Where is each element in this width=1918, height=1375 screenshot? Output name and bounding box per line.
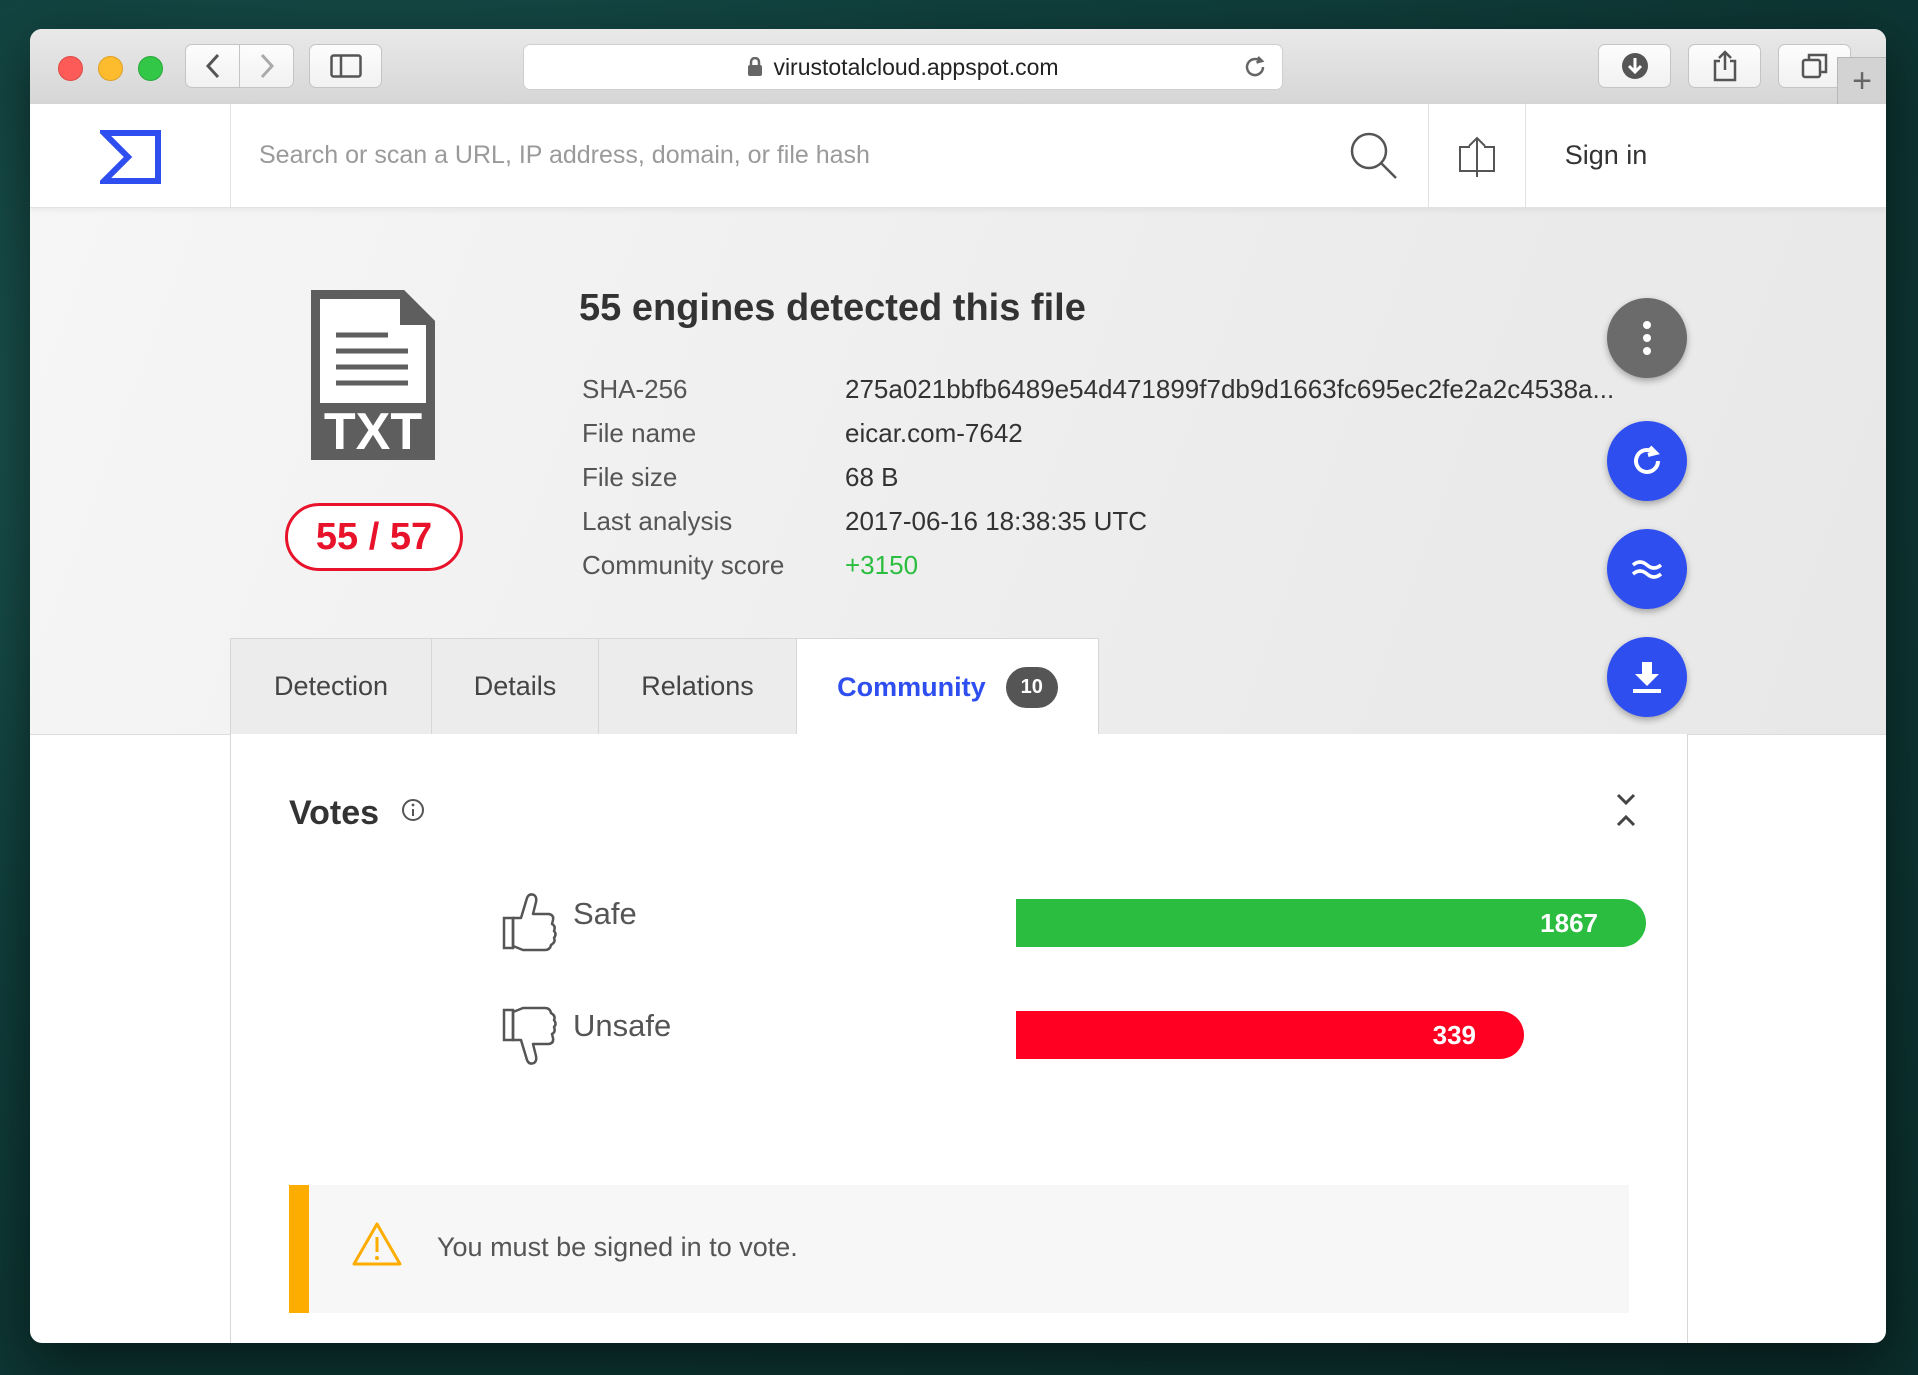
upload-icon (1459, 136, 1495, 177)
thumbs-down-icon[interactable] (501, 1006, 557, 1070)
similar-files-button[interactable] (1607, 529, 1687, 609)
tab-detection[interactable]: Detection (230, 638, 432, 734)
sign-in-notice: You must be signed in to vote. (289, 1185, 1629, 1313)
meta-key: SHA-256 (582, 374, 688, 404)
tabs-icon (1801, 53, 1827, 79)
meta-key: File size (582, 462, 678, 492)
tab-label: Detection (273, 671, 389, 701)
reanalyze-button[interactable] (1607, 421, 1687, 501)
more-options-button[interactable] (1607, 298, 1687, 378)
thumbs-up-icon[interactable] (501, 890, 557, 954)
unsafe-count: 339 (1432, 1019, 1476, 1050)
community-count-badge: 10 (1005, 666, 1058, 708)
forward-button[interactable] (239, 44, 294, 88)
file-metadata: SHA-256 275a021bbfb6489e54d471899f7db9d1… (582, 367, 1685, 587)
safe-label: Safe (573, 896, 637, 931)
zoom-window-button[interactable] (138, 56, 163, 81)
meta-row-last-analysis: Last analysis 2017-06-16 18:38:35 UTC (582, 499, 1685, 543)
browser-window: virustotalcloud.appspot.com + Sign in (30, 29, 1886, 1343)
file-type-label: TXT (324, 403, 422, 461)
tab-label: Community (837, 671, 986, 702)
similar-icon (1631, 560, 1663, 579)
sign-in-link[interactable]: Sign in (1526, 104, 1686, 207)
collapse-icon[interactable] (1615, 792, 1637, 828)
new-tab-button[interactable]: + (1837, 57, 1886, 105)
back-icon (205, 53, 219, 79)
meta-value: eicar.com-7642 (845, 418, 1023, 448)
url-text: virustotalcloud.appspot.com (773, 53, 1059, 80)
forward-icon (260, 53, 274, 79)
txt-file-icon: TXT (311, 290, 435, 461)
plus-icon: + (1852, 62, 1872, 100)
meta-row-file-size: File size 68 B (582, 455, 1685, 499)
virustotal-logo[interactable] (100, 129, 164, 185)
notice-text: You must be signed in to vote. (437, 1232, 798, 1262)
safe-count: 1867 (1540, 907, 1598, 938)
search-bar (230, 104, 1428, 207)
meta-value: 2017-06-16 18:38:35 UTC (845, 506, 1148, 536)
tab-label: Relations (641, 671, 754, 701)
tab-bar: Detection Details Relations Community 10 (230, 638, 1099, 735)
reload-icon[interactable] (1242, 54, 1268, 80)
meta-key: Last analysis (582, 506, 733, 536)
unsafe-vote-bar: 339 (1016, 1011, 1524, 1059)
tab-details[interactable]: Details (431, 638, 599, 734)
tab-label: Details (473, 671, 557, 701)
downloads-button[interactable] (1598, 44, 1671, 88)
lock-icon (748, 57, 763, 76)
meta-value: 275a021bbfb6489e54d471899f7db9d1663fc695… (845, 374, 1615, 404)
unsafe-label: Unsafe (573, 1008, 672, 1043)
detection-headline: 55 engines detected this file (579, 287, 1086, 329)
search-icon[interactable] (1348, 130, 1400, 182)
file-summary: TXT 55 / 57 55 engines detected this fil… (30, 207, 1886, 735)
community-score-value: +3150 (845, 550, 919, 580)
close-window-button[interactable] (58, 56, 83, 81)
browser-toolbar: virustotalcloud.appspot.com + (30, 29, 1886, 105)
votes-card: Votes Safe 1867 Unsafe 339 You must be s… (230, 734, 1688, 1343)
detection-ratio: 55 / 57 (285, 503, 463, 571)
meta-row-community-score: Community score +3150 (582, 543, 1685, 587)
vote-row-safe: Safe 1867 (501, 890, 1646, 952)
tab-community[interactable]: Community 10 (796, 638, 1099, 735)
safe-vote-bar: 1867 (1016, 899, 1646, 947)
sidebar-icon (329, 54, 362, 78)
upload-button[interactable] (1428, 104, 1526, 207)
meta-value: 68 B (845, 462, 899, 492)
minimize-window-button[interactable] (98, 56, 123, 81)
tab-relations[interactable]: Relations (598, 638, 797, 734)
vote-row-unsafe: Unsafe 339 (501, 1002, 1524, 1065)
site-header: Sign in (30, 104, 1886, 208)
votes-title: Votes (289, 794, 380, 832)
meta-row-file-name: File name eicar.com-7642 (582, 411, 1685, 455)
warning-icon (352, 1222, 402, 1266)
download-file-button[interactable] (1607, 637, 1687, 717)
sidebar-button[interactable] (309, 44, 382, 88)
meta-key: Community score (582, 550, 785, 580)
more-icon (1643, 321, 1651, 355)
download-file-icon (1633, 662, 1661, 693)
meta-key: File name (582, 418, 697, 448)
info-icon[interactable] (401, 798, 425, 822)
search-input[interactable] (257, 134, 1261, 176)
share-icon (1713, 50, 1736, 82)
reanalyze-icon (1634, 445, 1660, 474)
meta-row-sha256: SHA-256 275a021bbfb6489e54d471899f7db9d1… (582, 367, 1685, 411)
share-button[interactable] (1688, 44, 1761, 88)
back-button[interactable] (185, 44, 240, 88)
address-bar[interactable]: virustotalcloud.appspot.com (523, 44, 1283, 90)
download-icon (1621, 53, 1648, 79)
